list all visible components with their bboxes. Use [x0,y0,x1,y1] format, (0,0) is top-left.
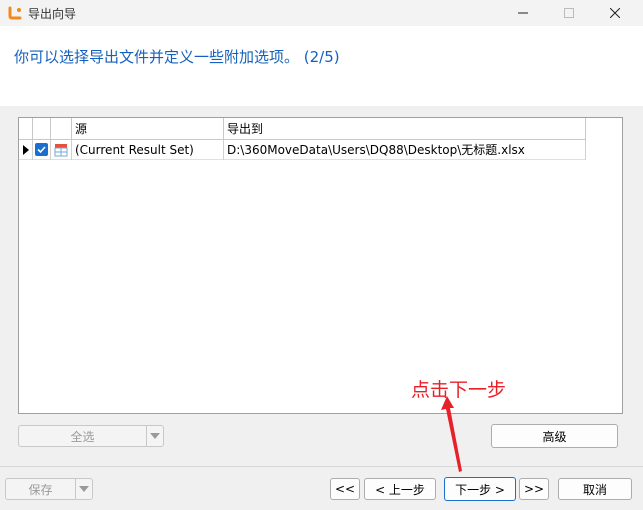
first-step-button[interactable]: << [330,478,360,500]
grid-header: 源 导出到 [19,118,586,140]
save-label: 保存 [28,482,53,497]
next-label: 下一步 > [455,482,505,497]
table-row[interactable]: (Current Result Set) D:\360MoveData\User… [19,140,586,160]
title-bar: 导出向导 [0,0,643,26]
app-icon [8,6,22,20]
select-all-dropdown[interactable] [146,426,163,446]
export-wizard-window: 导出向导 你可以选择导出文件并定义一些附加选项。 (2/5) 源 导出到 (Cu… [0,0,643,510]
wizard-headline: 你可以选择导出文件并定义一些附加选项。 (2/5) [14,48,340,66]
save-button[interactable]: 保存 [5,478,93,500]
destination-cell[interactable]: D:\360MoveData\Users\DQ88\Desktop\无标题.xl… [224,140,586,160]
cancel-button[interactable]: 取消 [558,478,632,500]
cancel-label: 取消 [582,482,607,497]
table-icon [54,144,68,157]
column-header-destination[interactable]: 导出到 [224,118,586,140]
row-check-cell [33,140,51,160]
header-check-cell [33,118,51,140]
select-all-button[interactable]: 全选 [18,425,164,447]
maximize-button[interactable] [546,0,592,26]
close-button[interactable] [592,0,638,26]
dropdown-arrow-icon [150,433,160,439]
footer-divider [0,466,643,467]
source-cell[interactable]: (Current Result Set) [72,140,224,160]
next-button[interactable]: 下一步 > [444,477,516,501]
row-icon-cell [51,140,72,160]
export-grid: 源 导出到 (Current Result Set) D:\360MoveDat… [18,117,623,414]
checkbox-icon [37,146,46,154]
window-title: 导出向导 [28,7,77,21]
last-step-button[interactable]: >> [519,478,549,500]
dropdown-arrow-icon [79,486,89,492]
row-indicator-cell [19,140,33,160]
select-all-label: 全选 [70,429,95,444]
header-icon-cell [51,118,72,140]
advanced-button[interactable]: 高级 [491,424,618,448]
annotation-arrow-icon [441,396,462,472]
save-dropdown[interactable] [75,479,92,499]
minimize-button[interactable] [500,0,546,26]
previous-label: < 上一步 [375,482,425,497]
column-header-source[interactable]: 源 [72,118,224,140]
previous-button[interactable]: < 上一步 [364,478,436,500]
advanced-label: 高级 [542,429,567,444]
row-pointer-icon [23,145,29,155]
header-indicator-cell [19,118,33,140]
close-icon [610,8,620,18]
row-checkbox[interactable] [35,143,48,156]
maximize-icon [564,8,574,18]
last-step-label: >> [523,482,545,496]
first-step-label: << [334,482,356,496]
minimize-icon [518,12,528,14]
